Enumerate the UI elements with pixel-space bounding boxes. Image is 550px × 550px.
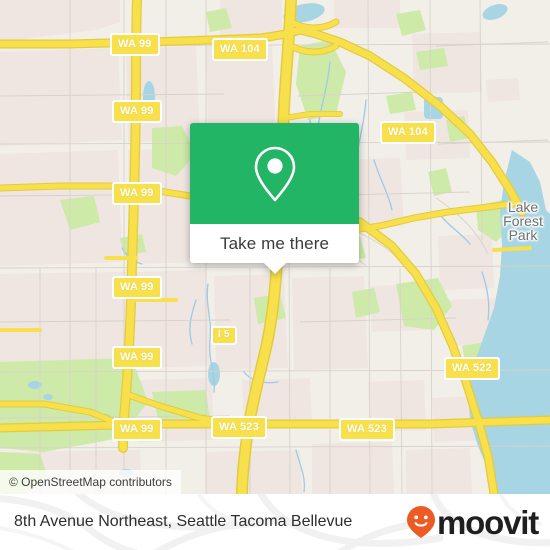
- moovit-logo[interactable]: moovit: [406, 503, 539, 541]
- highway-shield-wa99: WA 99: [112, 276, 162, 299]
- openstreetmap-attribution[interactable]: © OpenStreetMap contributors: [0, 470, 181, 494]
- highway-shield-wa104: WA 104: [380, 121, 436, 144]
- footer-bar: 8th Avenue Northeast, Seattle Tacoma Bel…: [0, 494, 550, 550]
- highway-shield-wa104: WA 104: [212, 38, 268, 61]
- highway-shield-wa99: WA 99: [112, 100, 162, 123]
- place-label-lake-forest-park: Lake Forest Park: [503, 199, 543, 243]
- destination-callout-card[interactable]: Take me there: [190, 123, 359, 274]
- take-me-there-button[interactable]: Take me there: [220, 235, 329, 252]
- highway-shield-wa522: WA 522: [444, 357, 500, 380]
- moovit-wordmark: moovit: [437, 503, 539, 541]
- highway-shield-wa523: WA 523: [339, 418, 395, 441]
- moovit-map-screenshot: Lake Forest Park WA 99 WA 104 WA 99 WA 1…: [0, 0, 550, 550]
- map-canvas[interactable]: Lake Forest Park WA 99 WA 104 WA 99 WA 1…: [0, 0, 550, 494]
- highway-shield-wa99: WA 99: [112, 182, 162, 205]
- callout-pointer: [263, 263, 286, 274]
- highway-shield-wa99: WA 99: [110, 33, 160, 56]
- moovit-pin-icon: [407, 506, 436, 538]
- highway-shield-wa99: WA 99: [112, 346, 162, 369]
- highway-shield-wa99: WA 99: [112, 418, 162, 441]
- highway-shield-wa523: WA 523: [211, 416, 267, 439]
- callout-icon-area: [190, 123, 359, 224]
- address-label: 8th Avenue Northeast, Seattle Tacoma Bel…: [14, 513, 353, 530]
- callout-action-bar[interactable]: Take me there: [190, 224, 359, 274]
- map-pin-icon: [254, 146, 295, 201]
- highway-shield-i5: I 5: [211, 326, 237, 345]
